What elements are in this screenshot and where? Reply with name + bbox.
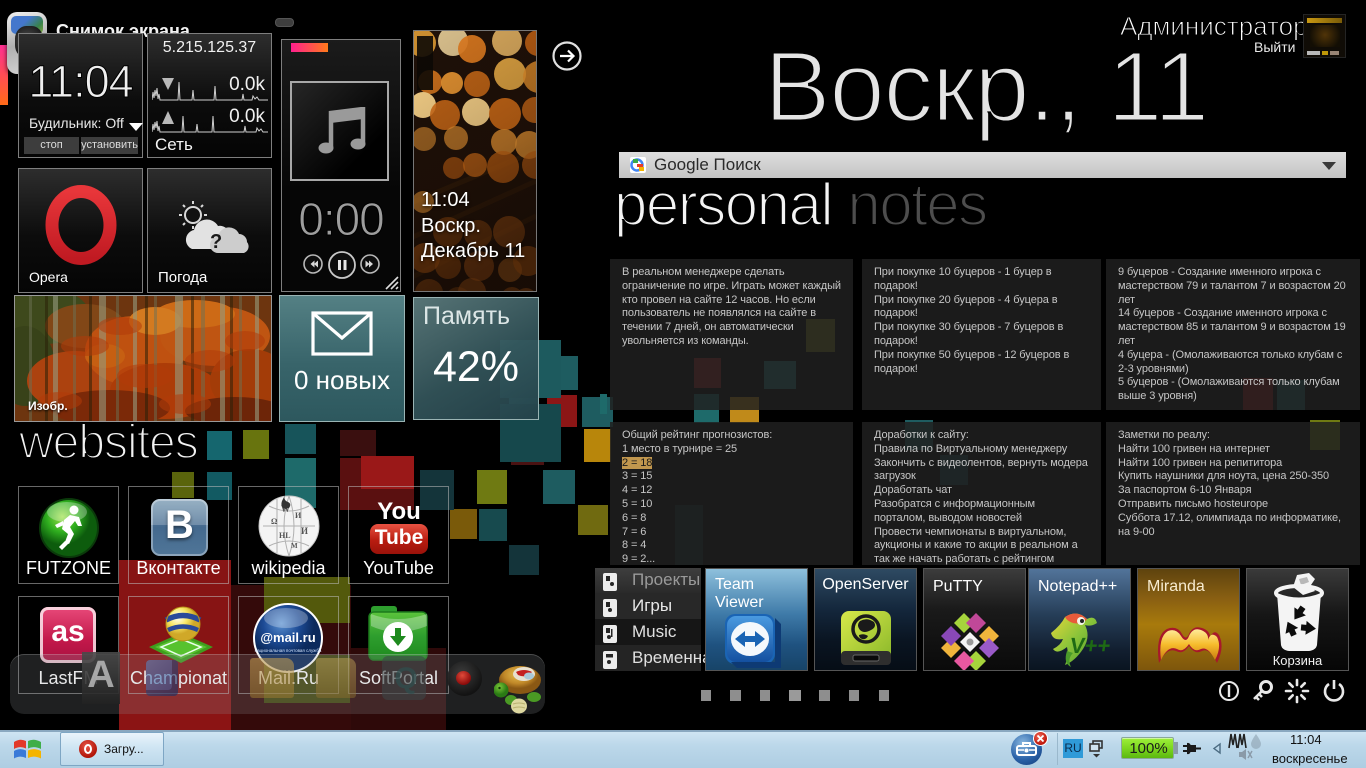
svg-text:@mail.ru: @mail.ru bbox=[260, 630, 315, 645]
svg-text:V++: V++ bbox=[1068, 633, 1112, 658]
svg-text:Q: Q bbox=[394, 662, 417, 695]
svg-text:И: И bbox=[295, 511, 302, 520]
svg-text:HL: HL bbox=[279, 531, 291, 540]
svg-text:M: M bbox=[291, 542, 298, 550]
svg-text:национальная почтовая служба: национальная почтовая служба bbox=[255, 648, 322, 653]
svg-text:Ω: Ω bbox=[271, 517, 278, 526]
svg-text:И: И bbox=[301, 526, 308, 536]
svg-text:?: ? bbox=[210, 231, 222, 253]
